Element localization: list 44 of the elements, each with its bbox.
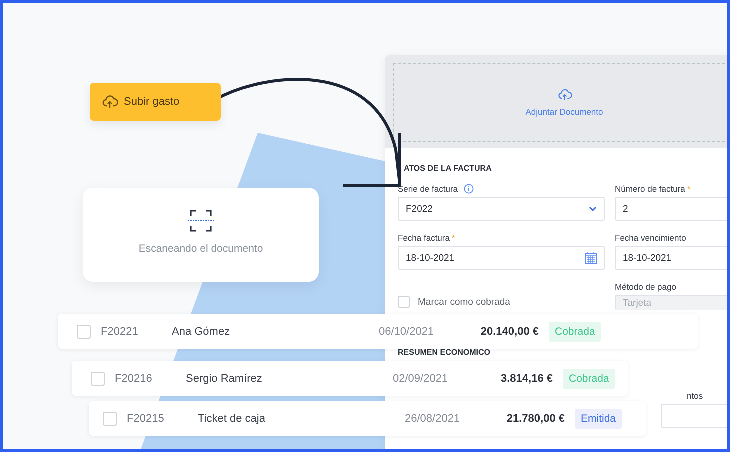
input-field[interactable]: 18-10-2021 [615,246,727,270]
cloud-upload-icon [558,88,572,102]
select-field[interactable]: F2022 [398,197,605,221]
invoice-date: 06/10/2021 [379,326,436,338]
status-badge: Cobrada [549,322,602,342]
status-badge: Emitida [575,408,622,428]
field-label: ntos [687,390,704,402]
client-name: Ana Gómez [172,326,232,338]
required-mark: * [687,184,691,194]
date-field[interactable]: 18-10-2021 [398,246,605,270]
attach-label: Adjuntar Documento [526,107,604,117]
section-title: ATOS DE LA FACTURA [403,163,493,175]
invoice-row[interactable]: F20216 Sergio Ramírez 02/09/2021 3.814,16 € Cobrada [72,361,628,396]
status-badge: Cobrada [563,368,616,388]
invoice-row[interactable]: F20221 Ana Gómez 06/10/2021 20.140,00 € Cobrada [58,314,698,349]
field-label: Fecha vencimiento [615,232,686,244]
invoice-row[interactable]: F20215 Ticket de caja 26/08/2021 21.780,00 € Emitida [89,401,646,436]
invoice-amount: 20.140,00 € [480,326,539,338]
chevron-down-icon [589,206,597,212]
field-label: Número de factura [615,183,686,195]
invoice-number: F20221 [100,326,140,338]
checkbox-label: Marcar como cobrada [418,296,510,308]
field-label: Método de pago [615,281,676,293]
invoice-number: F20216 [114,372,154,384]
invoice-number: F20215 [126,412,166,424]
calendar-icon [585,252,597,264]
invoice-amount: 21.780,00 € [506,412,565,424]
client-name: Sergio Ramírez [186,372,264,384]
client-name: Ticket de caja [198,412,266,424]
section-title: RESUMEN ECONÓMICO [398,347,492,359]
required-mark: * [452,233,456,243]
field-label: Fecha factura [398,232,450,244]
scan-status-text: Escaneando el documento [138,243,264,255]
cloud-upload-icon [102,94,118,110]
scan-icon [188,209,214,233]
row-checkbox[interactable] [103,412,117,426]
input-field[interactable]: 2 [615,197,727,221]
invoice-amount: 3.814,16 € [500,372,553,384]
row-checkbox[interactable] [91,372,105,386]
upload-button[interactable]: Subir gasto [90,83,221,121]
row-checkbox[interactable] [77,324,91,338]
checkbox[interactable] [398,296,410,308]
invoice-date: 26/08/2021 [405,412,462,424]
invoice-date: 02/09/2021 [393,372,450,384]
